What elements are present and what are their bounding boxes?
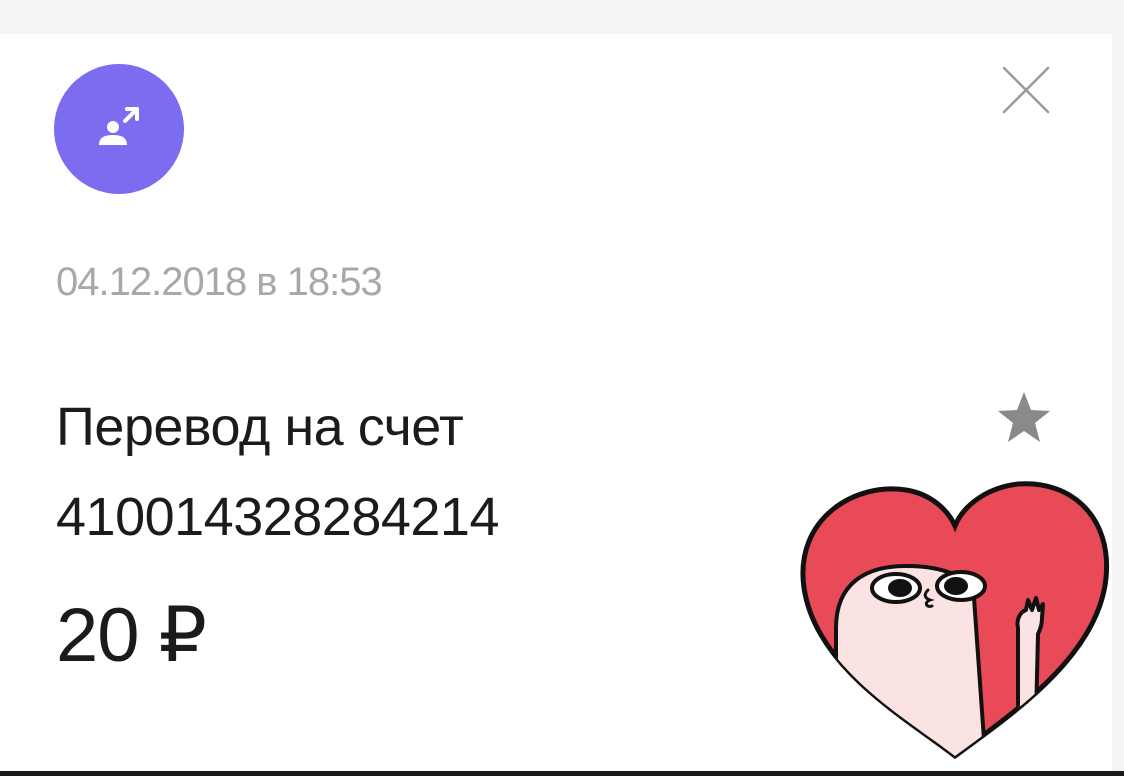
operation-type-avatar [54,64,184,194]
operation-amount: 20 ₽ [56,593,207,678]
close-button[interactable] [1000,64,1052,116]
operation-title: Перевод на счет 410014328284214 [56,382,816,562]
bottom-divider [0,771,1124,776]
operation-title-line: Перевод на счет [56,397,464,457]
favorite-button[interactable] [996,390,1052,444]
person-transfer-out-icon [99,107,139,145]
close-icon[interactable] [1000,64,1052,116]
operation-date: 04.12.2018 в 18:53 [56,260,383,304]
heart-character-sticker [796,478,1114,768]
recipient-account-number: 410014328284214 [56,487,499,547]
star-icon[interactable] [996,390,1052,444]
